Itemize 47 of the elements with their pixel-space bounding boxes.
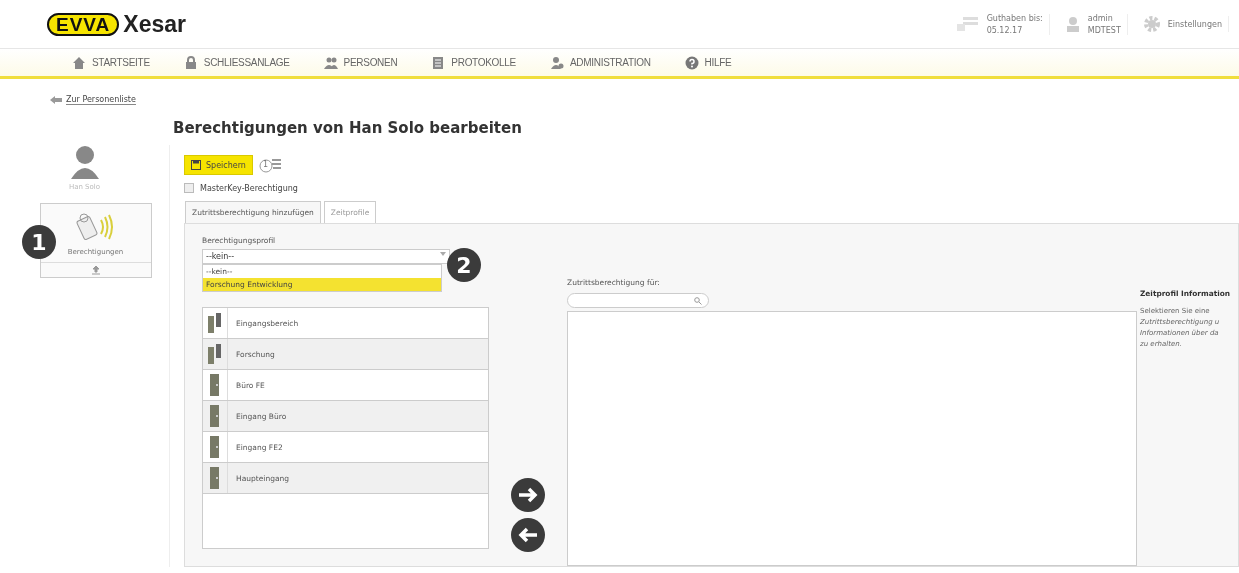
- doc-icon: [431, 55, 446, 70]
- logo-mark: EVVA: [47, 12, 120, 36]
- checkbox[interactable]: [184, 183, 194, 193]
- settings-icon[interactable]: [1143, 16, 1160, 32]
- search-icon: [694, 296, 702, 305]
- help-icon: [684, 55, 699, 70]
- people-icon: [323, 55, 338, 70]
- door-icon: [210, 467, 220, 489]
- search-field[interactable]: [567, 293, 709, 308]
- logo-text: Xesar: [123, 10, 186, 38]
- user-icon: [1065, 16, 1080, 32]
- credit-icon: [956, 16, 979, 32]
- nav-item[interactable]: ADMINISTRATION: [549, 55, 651, 70]
- nav-item[interactable]: STARTSEITE: [72, 55, 150, 70]
- double-door-icon: [208, 313, 222, 333]
- lock-icon: [183, 55, 198, 70]
- nav-item[interactable]: PERSONEN: [323, 55, 398, 70]
- door-icon: [210, 436, 220, 458]
- back-icon: [50, 96, 62, 104]
- user-name: admin: [1087, 13, 1114, 23]
- door-icon: [210, 374, 220, 396]
- right-arrow-icon: [518, 487, 538, 503]
- person-icon: [69, 145, 100, 179]
- credit-label: Guthaben bis:: [986, 13, 1043, 23]
- double-door-icon: [208, 344, 222, 364]
- floppy-icon: [191, 160, 201, 170]
- credit-date: 05.12.17: [986, 25, 1024, 35]
- home-icon: [72, 55, 86, 70]
- nav-item[interactable]: PROTOKOLLE: [431, 55, 516, 70]
- save-button[interactable]: Speichern: [184, 155, 253, 175]
- step-badge: 1: [22, 225, 56, 259]
- profile-dropdown[interactable]: --kein--: [202, 249, 450, 264]
- add-button[interactable]: [511, 478, 545, 512]
- admin-icon: [549, 55, 564, 70]
- caret-icon: [440, 252, 446, 256]
- checkbox-label: MasterKey-Berechtigung: [200, 183, 298, 193]
- left-arrow-icon: [518, 527, 538, 543]
- nav-item[interactable]: HILFE: [684, 55, 732, 70]
- remove-button[interactable]: [511, 518, 545, 552]
- page-title: Berechtigungen von Han Solo bearbeiten: [173, 119, 523, 137]
- step-badge: 2: [447, 248, 481, 282]
- user-site: MDTEST: [1087, 25, 1121, 35]
- upload-icon[interactable]: [90, 265, 101, 275]
- door-icon: [210, 405, 220, 427]
- nav-item[interactable]: SCHLIESSANLAGE: [183, 55, 290, 70]
- back-link[interactable]: Zur Personenliste: [66, 95, 136, 105]
- settings-link[interactable]: Einstellungen: [1167, 19, 1222, 29]
